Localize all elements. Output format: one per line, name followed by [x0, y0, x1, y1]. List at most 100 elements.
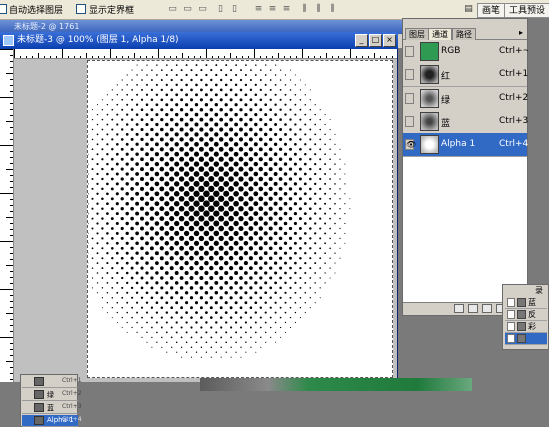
- halftone-dot: [144, 201, 150, 206]
- halftone-dot: [210, 326, 213, 329]
- halftone-dot: [233, 200, 239, 207]
- halftone-dot: [145, 281, 149, 285]
- channel-row-green[interactable]: 绿 Ctrl+2: [403, 87, 528, 111]
- halftone-dot: [111, 276, 114, 280]
- distribute-6-icon[interactable]: ⫼: [326, 3, 339, 15]
- channel-row-red[interactable]: 红 Ctrl+1: [403, 63, 528, 87]
- tab-brushes[interactable]: 画笔: [477, 3, 506, 18]
- tab-layers[interactable]: 图层: [405, 28, 429, 40]
- halftone-dot: [223, 200, 230, 207]
- ruler-ticks: [14, 49, 393, 58]
- bg-channel-row[interactable]: 绿 Ctrl+2: [22, 389, 82, 401]
- halftone-dot: [293, 241, 297, 245]
- new-channel-icon[interactable]: [482, 304, 492, 313]
- history-row[interactable]: 蓝: [505, 297, 547, 309]
- halftone-dot: [225, 321, 228, 324]
- halftone-dot: [223, 141, 229, 147]
- history-row-selected[interactable]: [505, 333, 547, 345]
- align-top-icon[interactable]: ▭: [166, 3, 179, 15]
- halftone-dot: [115, 222, 119, 225]
- channel-shortcut: Ctrl+4: [499, 139, 529, 149]
- distribute-2-icon[interactable]: ≡: [266, 3, 279, 15]
- channel-row-blue[interactable]: 蓝 Ctrl+3: [403, 110, 528, 134]
- history-tab[interactable]: 录: [535, 285, 543, 296]
- halftone-dot: [268, 147, 273, 152]
- tab-channels[interactable]: 通道: [428, 28, 452, 40]
- align-middle-icon[interactable]: ▭: [181, 3, 194, 15]
- halftone-dot: [244, 74, 247, 76]
- halftone-dot: [106, 94, 108, 96]
- visibility-toggle-icon[interactable]: [405, 116, 414, 127]
- halftone-dot: [279, 79, 282, 81]
- tab-tool-presets[interactable]: 工具预设: [504, 3, 549, 18]
- halftone-dot: [314, 272, 317, 274]
- close-icon[interactable]: ×: [383, 34, 396, 47]
- maximize-icon[interactable]: □: [369, 34, 382, 47]
- halftone-dot: [324, 182, 327, 185]
- halftone-dot: [115, 202, 119, 206]
- history-checkbox[interactable]: [507, 298, 515, 307]
- eye-icon[interactable]: 👁: [405, 139, 416, 150]
- visibility-toggle-icon[interactable]: [405, 93, 414, 104]
- halftone-dot: [223, 250, 229, 256]
- visibility-toggle-icon[interactable]: [405, 69, 414, 80]
- halftone-dot: [145, 261, 149, 265]
- halftone-dot: [229, 266, 234, 271]
- channel-row-alpha-1[interactable]: 👁 Alpha 1 Ctrl+4: [403, 133, 529, 157]
- distribute-4-icon[interactable]: ⫼: [298, 3, 311, 15]
- channel-row-rgb[interactable]: RGB Ctrl+~: [403, 40, 530, 64]
- distribute-1-icon[interactable]: ≡: [252, 3, 265, 15]
- halftone-dot: [208, 205, 215, 212]
- halftone-dot: [179, 276, 184, 280]
- halftone-dot: [111, 287, 114, 289]
- document-title[interactable]: 未标题-3 @ 100% (图层 1, Alpha 1/8): [0, 32, 398, 49]
- history-row[interactable]: 彩: [505, 321, 547, 333]
- history-checkbox[interactable]: [507, 334, 515, 343]
- palette-well-icon[interactable]: ▤: [462, 3, 475, 15]
- align-left-icon[interactable]: ▯: [214, 3, 227, 15]
- halftone-dot: [170, 69, 173, 72]
- halftone-dot: [91, 128, 94, 131]
- bg-channel-row-selected[interactable]: Alpha 1 Ctrl+4: [22, 415, 82, 427]
- halftone-canvas[interactable]: [87, 60, 393, 378]
- bg-channel-row[interactable]: Ctrl+1: [22, 376, 82, 388]
- tab-paths[interactable]: 路径: [452, 28, 476, 40]
- halftone-dot: [185, 311, 188, 314]
- auto-select-checkbox[interactable]: [0, 4, 7, 14]
- bg-channel-name: 蓝: [47, 404, 54, 412]
- halftone-dot: [159, 206, 165, 212]
- align-bottom-icon[interactable]: ▭: [196, 3, 209, 15]
- halftone-dot: [101, 287, 104, 289]
- halftone-dot: [150, 296, 154, 300]
- halftone-dot: [144, 181, 150, 187]
- history-checkbox[interactable]: [507, 310, 515, 319]
- show-bounding-box-checkbox[interactable]: [76, 4, 86, 14]
- halftone-dot: [96, 282, 99, 284]
- visibility-toggle-icon[interactable]: [405, 46, 414, 57]
- halftone-dot: [190, 316, 193, 319]
- load-selection-icon[interactable]: [454, 304, 464, 313]
- save-selection-icon[interactable]: [468, 304, 478, 313]
- halftone-dot: [273, 142, 278, 146]
- palette-menu-icon[interactable]: ▸: [519, 29, 527, 38]
- minimize-icon[interactable]: _: [355, 34, 368, 47]
- history-thumbnail: [517, 334, 526, 343]
- history-row[interactable]: 反: [505, 309, 547, 321]
- halftone-dot: [106, 272, 109, 274]
- halftone-dot: [154, 251, 159, 256]
- halftone-dot: [244, 311, 248, 314]
- halftone-dot: [96, 133, 99, 136]
- halftone-dot: [183, 220, 190, 227]
- bg-channel-row[interactable]: 蓝 Ctrl+3: [22, 402, 82, 414]
- distribute-5-icon[interactable]: ⫼: [312, 3, 325, 15]
- halftone-dot: [278, 206, 283, 211]
- halftone-dot: [160, 326, 163, 329]
- halftone-dot: [319, 109, 321, 111]
- halftone-dot: [140, 256, 144, 260]
- halftone-dot: [106, 162, 109, 166]
- distribute-3-icon[interactable]: ≡: [280, 3, 293, 15]
- align-center-icon[interactable]: ▯: [228, 3, 241, 15]
- halftone-dot: [135, 251, 139, 255]
- history-checkbox[interactable]: [507, 322, 515, 331]
- halftone-dot: [273, 172, 278, 176]
